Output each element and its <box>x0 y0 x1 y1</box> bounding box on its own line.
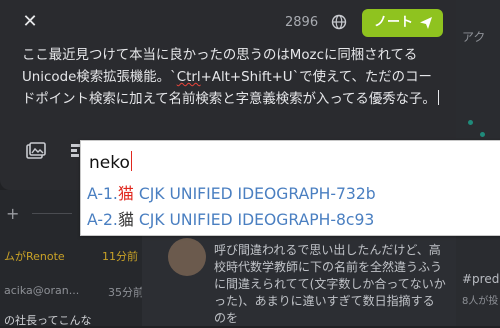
plus-icon[interactable]: + <box>6 204 19 223</box>
timeline-note-text: 呼び間違われるで思い出したんだけど、高校時代数学教師に下の名前を全然違うふうに間… <box>214 243 446 325</box>
text-caret <box>437 90 439 105</box>
trending-tag-label: #pred <box>462 272 500 286</box>
candidate-name: CJK UNIFIED IDEOGRAPH-732b <box>138 185 376 203</box>
user-time: 35分前 <box>108 286 144 299</box>
send-icon <box>420 17 432 29</box>
ime-composition-input[interactable]: neko <box>89 151 133 173</box>
renote-text: ムがRenote <box>4 250 65 263</box>
globe-icon[interactable] <box>331 14 347 30</box>
char-counter: 2896 <box>285 15 319 30</box>
note-snippet-text: の社長ってこんな <box>4 314 92 327</box>
note-submit-label: ノート <box>374 15 414 30</box>
trending-tag-count-label: 8人が投 <box>462 296 499 307</box>
ime-candidate[interactable]: A-2.貓 CJK UNIFIED IDEOGRAPH-8c93 <box>87 206 374 230</box>
image-icon[interactable] <box>26 142 46 160</box>
user-handle: acika@oran... <box>4 284 80 297</box>
user-row[interactable]: acika@oran... 35分前 <box>4 284 144 299</box>
right-column-header-label: アク <box>462 30 486 44</box>
ime-caret <box>130 151 133 171</box>
ime-candidate-window: neko A-1.猫 CJK UNIFIED IDEOGRAPH-732b A-… <box>80 140 500 236</box>
candidate-glyph: 猫 <box>117 184 134 203</box>
renote-time: 11分前 <box>102 250 138 263</box>
compose-textarea[interactable]: ここ最近見つけて本当に良かったの思うのはMozcに同梱されてるUnicode検索… <box>22 45 444 111</box>
trending-tag[interactable]: #pred <box>462 272 499 286</box>
candidate-index: A-2. <box>87 211 118 229</box>
ime-input-text: neko <box>89 153 130 173</box>
candidate-name: CJK UNIFIED IDEOGRAPH-8c93 <box>138 211 375 229</box>
divider <box>32 213 72 214</box>
right-column-header: アク <box>462 28 485 45</box>
spellcheck-error-word: Ctrl <box>176 70 201 85</box>
candidate-index: A-1. <box>87 185 118 203</box>
renote-notification[interactable]: ムがRenote 11分前 <box>4 248 140 264</box>
ime-candidate[interactable]: A-1.猫 CJK UNIFIED IDEOGRAPH-732b <box>87 180 376 204</box>
close-icon[interactable]: ✕ <box>20 12 40 32</box>
avatar[interactable] <box>168 238 206 276</box>
trending-tag-count: 8人が投 <box>462 292 498 307</box>
note-submit-button[interactable]: ノート <box>362 9 443 37</box>
candidate-glyph: 貓 <box>117 210 134 229</box>
